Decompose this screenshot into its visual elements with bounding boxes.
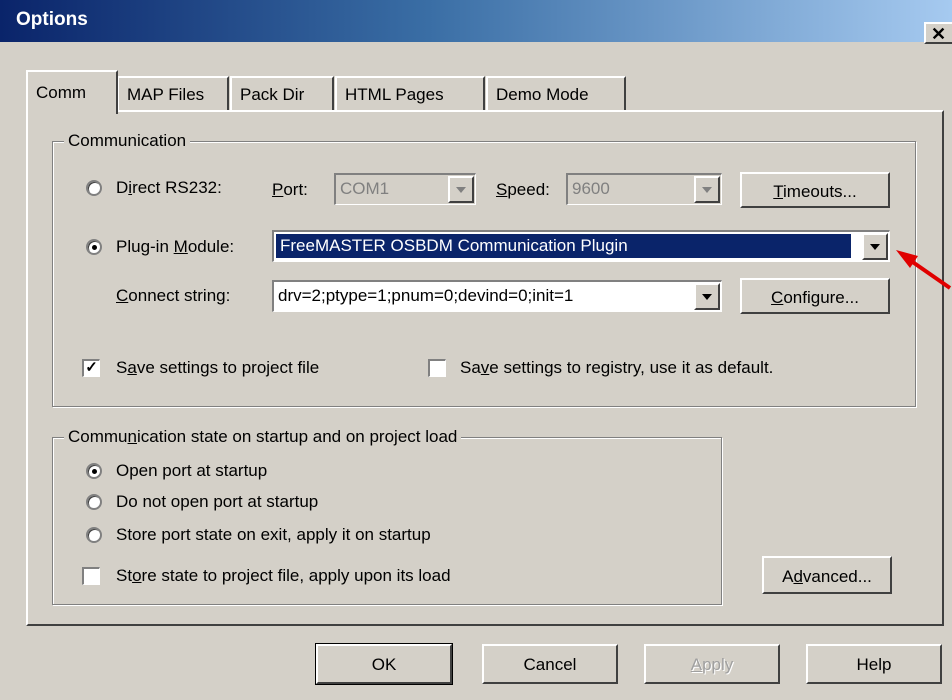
cancel-button[interactable]: Cancel [482, 644, 618, 684]
store-state-label: Store state to project file, apply upon … [116, 566, 451, 585]
window-title: Options [16, 9, 88, 30]
close-icon: ✕ [931, 24, 947, 44]
speed-value: 9600 [572, 179, 610, 198]
tab-map-files-label: MAP Files [127, 85, 205, 104]
tab-html-pages[interactable]: HTML Pages [335, 76, 485, 110]
open-port-label: Open port at startup [116, 461, 268, 480]
configure-button[interactable]: Configure... [740, 278, 890, 314]
connect-string-label: Connect string: [116, 286, 231, 305]
startup-group-label: Communication state on startup and on pr… [64, 428, 462, 446]
port-value: COM1 [340, 179, 390, 198]
port-label: Port: [272, 180, 308, 199]
tab-pack-dir-label: Pack Dir [240, 85, 305, 104]
tab-map-files[interactable]: MAP Files [117, 76, 229, 110]
ok-button[interactable]: OK [315, 643, 453, 685]
tab-pack-dir[interactable]: Pack Dir [230, 76, 334, 110]
speed-combo[interactable]: 9600 [566, 173, 722, 205]
tab-comm[interactable]: Comm [26, 70, 118, 114]
plugin-module-label: Plug-in Module: [116, 237, 235, 256]
chevron-down-icon[interactable] [694, 283, 720, 310]
chevron-down-icon[interactable] [862, 233, 888, 260]
chevron-down-icon[interactable] [694, 176, 720, 203]
save-project-label: Save settings to project file [116, 358, 320, 377]
tab-demo-mode[interactable]: Demo Mode [486, 76, 626, 110]
close-button[interactable]: ✕ [924, 22, 952, 44]
chevron-down-icon[interactable] [448, 176, 474, 203]
plugin-module-radio[interactable] [86, 239, 102, 255]
plugin-module-combo[interactable]: FreeMASTER OSBDM Communication Plugin [272, 230, 890, 262]
speed-label: Speed: [496, 180, 550, 199]
timeouts-button[interactable]: Timeouts... [740, 172, 890, 208]
title-bar: Options ✕ [0, 0, 952, 44]
plugin-module-value: FreeMASTER OSBDM Communication Plugin [276, 234, 851, 258]
advanced-button[interactable]: Advanced... [762, 556, 892, 594]
direct-rs232-label: Direct RS232: [116, 178, 222, 197]
tab-comm-label: Comm [36, 83, 87, 102]
connect-string-value: drv=2;ptype=1;pnum=0;devind=0;init=1 [278, 286, 574, 305]
open-port-radio[interactable] [86, 463, 102, 479]
tab-html-pages-label: HTML Pages [345, 85, 444, 104]
red-arrow-annotation [896, 250, 952, 290]
store-port-state-label: Store port state on exit, apply it on st… [116, 525, 431, 544]
direct-rs232-radio[interactable] [86, 180, 102, 196]
no-open-port-radio[interactable] [86, 494, 102, 510]
save-registry-label: Save settings to registry, use it as def… [460, 358, 774, 377]
checkmark-icon: ✓ [85, 359, 98, 376]
apply-button[interactable]: Apply [644, 644, 780, 684]
store-port-state-radio[interactable] [86, 527, 102, 543]
port-combo[interactable]: COM1 [334, 173, 476, 205]
communication-group-label: Communication [64, 132, 191, 150]
help-button[interactable]: Help [806, 644, 942, 684]
connect-string-combo[interactable]: drv=2;ptype=1;pnum=0;devind=0;init=1 [272, 280, 722, 312]
no-open-port-label: Do not open port at startup [116, 492, 319, 511]
save-registry-checkbox[interactable] [428, 359, 446, 377]
save-project-checkbox[interactable]: ✓ [82, 359, 100, 377]
store-state-checkbox[interactable] [82, 567, 100, 585]
tab-demo-mode-label: Demo Mode [496, 85, 589, 104]
